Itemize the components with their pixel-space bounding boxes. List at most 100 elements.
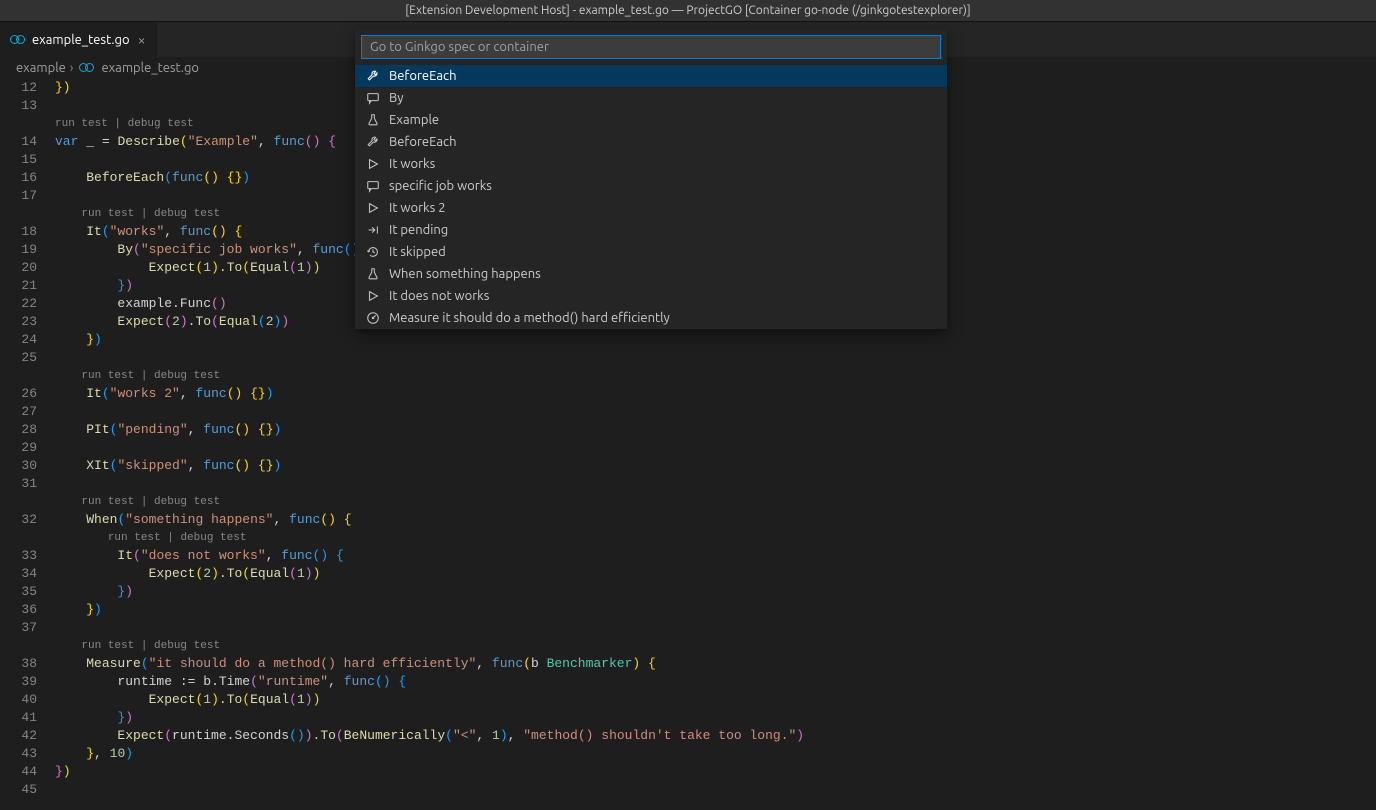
codelens-debug[interactable]: debug test <box>180 532 246 544</box>
tab-example-test[interactable]: example_test.go × <box>0 22 158 57</box>
line-number: 18 <box>0 223 37 241</box>
line-number: 20 <box>0 259 37 277</box>
go-file-icon <box>10 35 26 45</box>
line-number: 12 <box>0 79 37 97</box>
line-number: 27 <box>0 403 37 421</box>
wrench-icon <box>365 68 381 84</box>
line-number: 37 <box>0 619 37 637</box>
dashboard-icon <box>365 310 381 326</box>
line-number: 28 <box>0 421 37 439</box>
codelens-run[interactable]: run test <box>55 118 108 130</box>
quick-pick-panel: BeforeEach By Example BeforeEach It works spe… <box>355 29 947 329</box>
wrench-icon <box>365 134 381 150</box>
quick-pick-item[interactable]: BeforeEach <box>355 65 947 87</box>
line-number: 17 <box>0 187 37 205</box>
codelens-run[interactable]: run test <box>81 640 134 652</box>
breadcrumb-folder[interactable]: example <box>16 61 66 75</box>
line-number: 44 <box>0 763 37 781</box>
line-number: 35 <box>0 583 37 601</box>
line-number: 25 <box>0 349 37 367</box>
quick-pick-item-label: It pending <box>389 223 448 237</box>
skip-icon <box>365 222 381 238</box>
quick-pick-item-label: Example <box>389 113 439 127</box>
codelens-debug[interactable]: debug test <box>128 118 194 130</box>
beaker-icon <box>365 266 381 282</box>
line-number: 22 <box>0 295 37 313</box>
beaker-icon <box>365 112 381 128</box>
line-number: 16 <box>0 169 37 187</box>
line-number: 43 <box>0 745 37 763</box>
quick-pick-item-label: When something happens <box>389 267 541 281</box>
line-number: 36 <box>0 601 37 619</box>
line-number: 31 <box>0 475 37 493</box>
line-number: 30 <box>0 457 37 475</box>
line-number <box>0 493 37 511</box>
quick-pick-item[interactable]: By <box>355 87 947 109</box>
line-number <box>0 205 37 223</box>
codelens-debug[interactable]: debug test <box>154 208 220 220</box>
quick-pick-item[interactable]: BeforeEach <box>355 131 947 153</box>
go-file-icon <box>79 63 95 73</box>
tab-label: example_test.go <box>32 33 130 47</box>
quick-pick-item-label: BeforeEach <box>389 69 457 83</box>
quick-pick-item[interactable]: It skipped <box>355 241 947 263</box>
line-number: 45 <box>0 781 37 799</box>
codelens-debug[interactable]: debug test <box>154 496 220 508</box>
play-icon <box>365 156 381 172</box>
quick-pick-item[interactable]: It works 2 <box>355 197 947 219</box>
line-number: 38 <box>0 655 37 673</box>
quick-pick-item[interactable]: When something happens <box>355 263 947 285</box>
comment-icon <box>365 90 381 106</box>
line-number: 39 <box>0 673 37 691</box>
line-number <box>0 367 37 385</box>
quick-pick-item[interactable]: Example <box>355 109 947 131</box>
quick-pick-item[interactable]: Measure it should do a method() hard eff… <box>355 307 947 329</box>
line-number: 26 <box>0 385 37 403</box>
quick-pick-item-label: Measure it should do a method() hard eff… <box>389 311 670 325</box>
codelens-run[interactable]: run test <box>81 208 134 220</box>
codelens-run[interactable]: run test <box>81 496 134 508</box>
close-icon[interactable]: × <box>136 32 148 48</box>
comment-icon <box>365 178 381 194</box>
line-number: 19 <box>0 241 37 259</box>
codelens-debug[interactable]: debug test <box>154 370 220 382</box>
window-titlebar: [Extension Development Host] - example_t… <box>0 0 1376 22</box>
line-number: 21 <box>0 277 37 295</box>
line-number: 41 <box>0 709 37 727</box>
line-number: 34 <box>0 565 37 583</box>
codelens-run[interactable]: run test <box>108 532 161 544</box>
quick-pick-item[interactable]: It pending <box>355 219 947 241</box>
line-number: 14 <box>0 133 37 151</box>
quick-pick-item-label: It works <box>389 157 435 171</box>
chevron-right-icon: › <box>70 61 74 75</box>
codelens-debug[interactable]: debug test <box>154 640 220 652</box>
history-icon <box>365 244 381 260</box>
quick-pick-item[interactable]: specific job works <box>355 175 947 197</box>
quick-pick-item[interactable]: It works <box>355 153 947 175</box>
play-icon <box>365 200 381 216</box>
line-number: 24 <box>0 331 37 349</box>
line-number: 15 <box>0 151 37 169</box>
line-number-gutter: 1213 14151617 1819202122232425 262728293031… <box>0 79 55 799</box>
quick-pick-item-label: specific job works <box>389 179 492 193</box>
quick-pick-item-label: It skipped <box>389 245 446 259</box>
quick-pick-list: BeforeEach By Example BeforeEach It works spe… <box>355 65 947 329</box>
quick-pick-item-label: By <box>389 91 404 105</box>
codelens-run[interactable]: run test <box>81 370 134 382</box>
quick-pick-item-label: It does not works <box>389 289 489 303</box>
line-number: 32 <box>0 511 37 529</box>
quick-pick-item-label: It works 2 <box>389 201 446 215</box>
line-number: 13 <box>0 97 37 115</box>
breadcrumb-file[interactable]: example_test.go <box>101 61 199 75</box>
line-number: 23 <box>0 313 37 331</box>
line-number: 42 <box>0 727 37 745</box>
quick-pick-item[interactable]: It does not works <box>355 285 947 307</box>
quick-pick-item-label: BeforeEach <box>389 135 457 149</box>
line-number <box>0 637 37 655</box>
line-number <box>0 529 37 547</box>
line-number: 33 <box>0 547 37 565</box>
line-number <box>0 115 37 133</box>
quick-pick-input[interactable] <box>361 35 941 59</box>
play-icon <box>365 288 381 304</box>
line-number: 29 <box>0 439 37 457</box>
